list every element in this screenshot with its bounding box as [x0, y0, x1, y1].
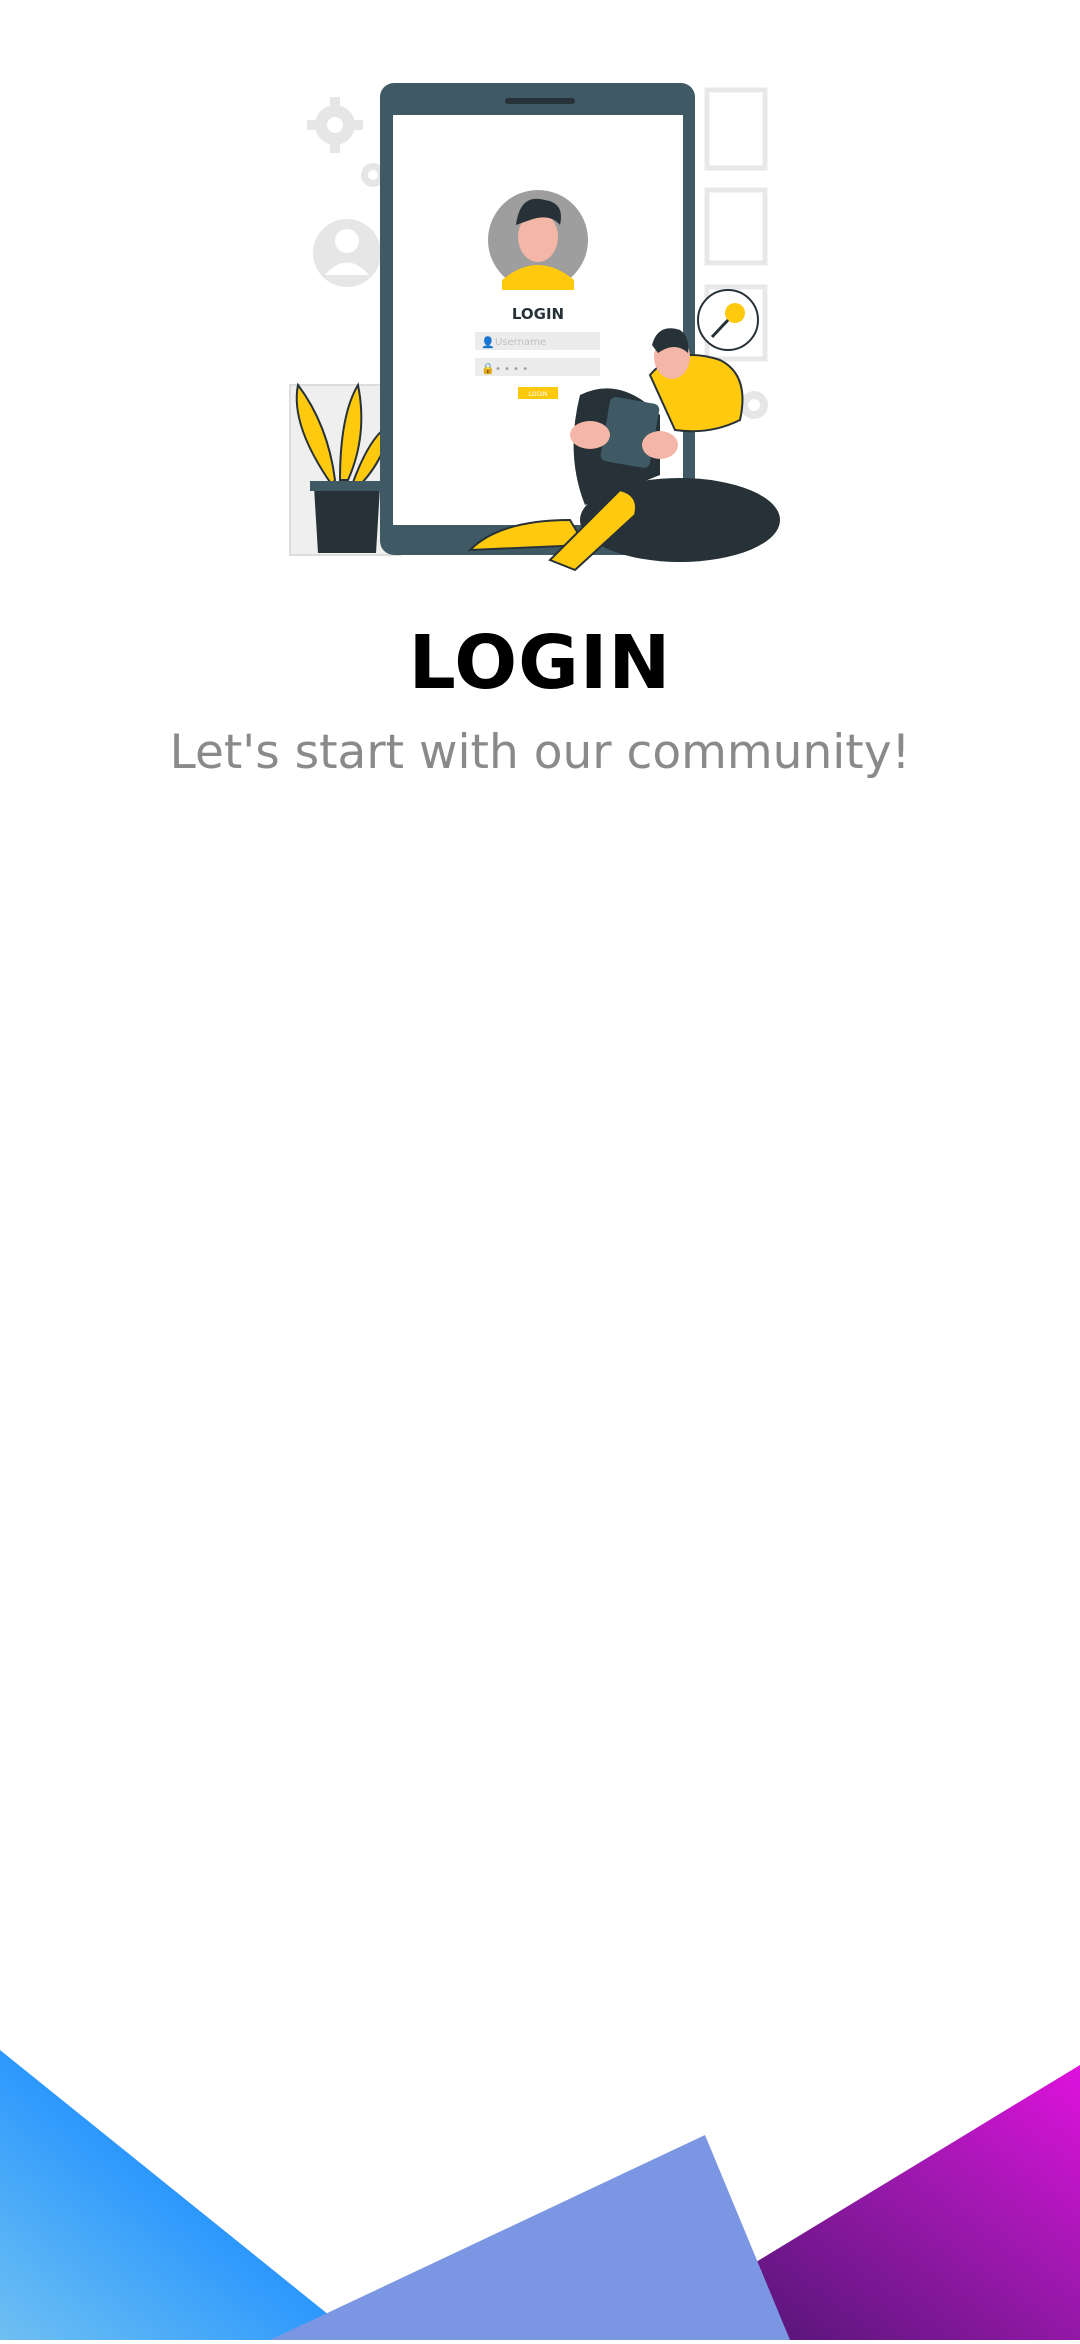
gear-icon: [740, 391, 768, 419]
phone-notch: [505, 98, 575, 104]
user-small-icon: 👤: [481, 336, 495, 349]
screen-login-title: LOGIN: [512, 305, 564, 323]
page-title: LOGIN: [408, 620, 672, 706]
page-subtitle: Let's start with our community!: [169, 725, 911, 780]
gear-icon: [307, 97, 363, 153]
bottom-decoration: [0, 2040, 1080, 2340]
screen-username-placeholder: Username: [495, 337, 546, 348]
key-bubble-icon: [697, 289, 759, 351]
screen-password-mask: • • • •: [495, 364, 528, 375]
blue-triangle-shape: [0, 2050, 360, 2340]
user-avatar-icon: [313, 219, 381, 287]
screen-login-button-label: LOGIN: [529, 391, 548, 398]
login-illustration: LOGIN 👤 Username 🔒 • • • • LOGIN: [280, 75, 810, 585]
profile-avatar: [488, 190, 588, 290]
periwinkle-shape: [270, 2135, 790, 2340]
lock-small-icon: 🔒: [481, 362, 495, 375]
